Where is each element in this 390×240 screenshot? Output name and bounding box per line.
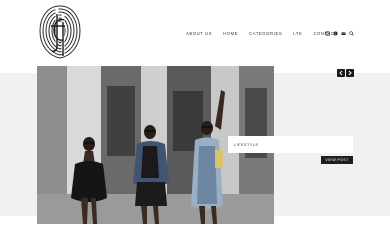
nav-item-categories[interactable]: CATEGORIES xyxy=(249,31,282,36)
chevron-left-icon xyxy=(339,70,343,76)
prev-slide-button[interactable] xyxy=(337,69,345,77)
logo[interactable] xyxy=(37,4,83,60)
instagram-icon[interactable] xyxy=(325,30,330,36)
chevron-right-icon xyxy=(348,70,352,76)
post-caption-box: LIFESTYLE xyxy=(228,136,353,153)
post-category-label[interactable]: LIFESTYLE xyxy=(234,143,259,147)
nav-item-about-us[interactable]: ABOUT US xyxy=(186,31,212,36)
page: ABOUT US HOME CATEGORIES LTK CONTACT LIF… xyxy=(0,0,390,240)
slider-controls xyxy=(337,69,354,77)
view-post-button[interactable]: VIEW POST xyxy=(321,156,353,164)
social-icons xyxy=(325,29,354,37)
search-icon[interactable] xyxy=(349,30,354,36)
nav-item-home[interactable]: HOME xyxy=(223,31,238,36)
nav-item-ltk[interactable]: LTK xyxy=(293,31,302,36)
next-slide-button[interactable] xyxy=(346,69,354,77)
pinterest-icon[interactable] xyxy=(333,31,338,36)
email-icon[interactable] xyxy=(341,31,346,36)
